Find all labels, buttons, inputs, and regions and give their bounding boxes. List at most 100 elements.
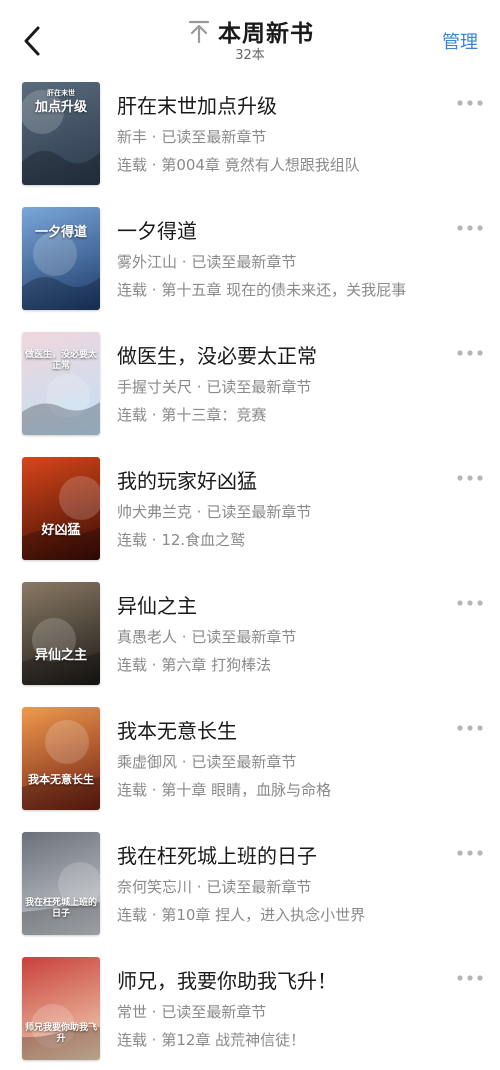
book-cover[interactable]: 我本无意长生 [22, 707, 100, 810]
dot-separator: · [147, 656, 162, 674]
book-item[interactable]: 师兄我要你助我飞升 师兄，我要你助我飞升！ 常世 · 已读至最新章节连载 · 第12… [0, 945, 500, 1070]
more-options-icon[interactable] [456, 348, 484, 358]
book-author: 真愚老人 [117, 628, 178, 646]
book-title[interactable]: 一夕得道 [117, 215, 197, 244]
cover-title: 我在枉死城上班的日子 [25, 898, 98, 919]
book-item[interactable]: 好凶猛 我的玩家好凶猛帅犬弗兰克 · 已读至最新章节连载 · 12.食血之鹫 [0, 445, 500, 570]
serial-status: 连载 [117, 1031, 148, 1049]
more-options-icon[interactable] [456, 473, 484, 483]
dot-separator: · [177, 753, 192, 771]
book-item[interactable]: 肝在末世 加点升级 肝在末世加点升级 新丰 · 已读至最新章节 连载 · 第004章 竟… [0, 70, 500, 195]
book-title[interactable]: 我本无意长生 [117, 715, 237, 744]
dot-separator: · [147, 281, 162, 299]
more-options-icon[interactable] [456, 973, 484, 983]
book-title[interactable]: 异仙之主 [117, 590, 197, 619]
book-title[interactable]: 肝在末世加点升级 [117, 90, 277, 119]
dot-separator: · [147, 906, 162, 924]
book-title[interactable]: 师兄，我要你助我飞升！ [117, 965, 337, 994]
cover-artwork [22, 618, 100, 685]
dot-separator: · [147, 406, 162, 424]
serial-status: 连载 [117, 156, 148, 174]
latest-chapter: 连载 · 第10章 捏人，进入执念小世界 [117, 904, 462, 925]
book-title[interactable]: 我在枉死城上班的日子 [117, 840, 317, 869]
cover-title: 异仙之主 [34, 648, 87, 663]
serial-status: 连载 [117, 531, 148, 549]
dot-separator: · [177, 628, 192, 646]
dot-separator: · [192, 878, 207, 896]
cover-title: 好凶猛 [41, 523, 81, 538]
book-title[interactable]: 做医生，没必要太正常 [117, 340, 317, 369]
cover-artwork [22, 374, 100, 435]
more-options-icon[interactable] [456, 848, 484, 858]
dot-separator: · [147, 128, 162, 146]
dot-separator: · [147, 156, 162, 174]
book-count: 32本 [235, 48, 265, 63]
book-cover[interactable]: 我在枉死城上班的日子 [22, 832, 100, 935]
dot-separator: · [147, 531, 162, 549]
cover-title: 我本无意长生 [28, 773, 94, 786]
book-author-status: 帅犬弗兰克 · 已读至最新章节 [117, 501, 311, 522]
dot-separator: · [147, 781, 162, 799]
book-author-status: 真愚老人 · 已读至最新章节 [117, 626, 296, 647]
book-cover[interactable]: 做医生，没必要太正常 [22, 332, 100, 435]
latest-chapter: 连载 · 12.食血之鹫 [117, 529, 462, 550]
top-bar: 本周新书 32本 管理 [0, 0, 500, 70]
book-title[interactable]: 我的玩家好凶猛 [117, 465, 257, 494]
more-options-icon[interactable] [456, 223, 484, 233]
dot-separator: · [147, 1031, 162, 1049]
book-author-status: 乘虚御风 · 已读至最新章节 [117, 751, 296, 772]
dot-separator: · [192, 378, 207, 396]
manage-button[interactable]: 管理 [442, 28, 478, 54]
read-status: 已读至最新章节 [161, 1003, 267, 1021]
read-status: 已读至最新章节 [191, 253, 297, 271]
book-author: 常世 [117, 1003, 148, 1021]
more-options-icon[interactable] [456, 98, 484, 108]
chapter-name: 第十三章：竞赛 [161, 406, 267, 424]
cover-artwork [22, 720, 100, 810]
more-options-icon[interactable] [456, 598, 484, 608]
book-item[interactable]: 做医生，没必要太正常 做医生，没必要太正常 手握寸关尺 · 已读至最新章节 连载 · … [0, 320, 500, 445]
read-status: 已读至最新章节 [206, 878, 312, 896]
chapter-name: 第10章 捏人，进入执念小世界 [161, 906, 366, 924]
book-item[interactable]: 我本无意长生 我本无意长生 乘虚御风 · 已读至最新章节 连载 · 第十章 眼睛，血脉… [0, 695, 500, 820]
serial-status: 连载 [117, 656, 148, 674]
serial-status: 连载 [117, 281, 148, 299]
chapter-name: 第十五章 现在的债未来还，关我屁事 [161, 281, 407, 299]
latest-chapter: 连载 · 第004章 竟然有人想跟我组队 [117, 154, 462, 175]
book-cover[interactable]: 好凶猛 [22, 457, 100, 560]
book-author: 帅犬弗兰克 [117, 503, 193, 521]
book-item[interactable]: 我在枉死城上班的日子 我在枉死城上班的日子 奈何笑忘川 · 已读至最新章节 连载 · … [0, 820, 500, 945]
book-author: 乘虚御风 [117, 753, 178, 771]
latest-chapter: 连载 · 第十章 眼睛，血脉与命格 [117, 779, 462, 800]
more-options-icon[interactable] [456, 723, 484, 733]
book-item[interactable]: 一夕得道 一夕得道 雾外江山 · 已读至最新章节 连载 · 第十五章 现在的债未来还，… [0, 195, 500, 320]
chapter-name: 第六章 打狗棒法 [161, 656, 272, 674]
chapter-name: 第004章 竟然有人想跟我组队 [161, 156, 360, 174]
cover-artwork [22, 476, 100, 560]
book-author-status: 雾外江山 · 已读至最新章节 [117, 251, 296, 272]
book-cover[interactable]: 师兄我要你助我飞升 [22, 957, 100, 1060]
serial-status: 连载 [117, 906, 148, 924]
book-item[interactable]: 异仙之主 异仙之主 真愚老人 · 已读至最新章节 连载 · 第六章 打狗棒法 [0, 570, 500, 695]
title-area: 本周新书 32本 [0, 14, 500, 64]
book-cover[interactable]: 异仙之主 [22, 582, 100, 685]
book-author-status: 奈何笑忘川 · 已读至最新章节 [117, 876, 311, 897]
serial-status: 连载 [117, 781, 148, 799]
book-author: 手握寸关尺 [117, 378, 193, 396]
dot-separator: · [192, 503, 207, 521]
cover-artwork [22, 232, 100, 310]
book-author: 雾外江山 [117, 253, 178, 271]
read-status: 已读至最新章节 [206, 378, 312, 396]
read-status: 已读至最新章节 [191, 628, 297, 646]
book-cover[interactable]: 肝在末世 加点升级 [22, 82, 100, 185]
book-author-status: 新丰 · 已读至最新章节 [117, 126, 266, 147]
cover-title: 一夕得道 [34, 225, 87, 240]
latest-chapter: 连载 · 第12章 战荒神信徒！ [117, 1029, 462, 1050]
pin-top-icon [188, 20, 210, 44]
book-cover[interactable]: 一夕得道 [22, 207, 100, 310]
read-status: 已读至最新章节 [191, 753, 297, 771]
latest-chapter: 连载 · 第六章 打狗棒法 [117, 654, 462, 675]
dot-separator: · [177, 253, 192, 271]
cover-title: 师兄我要你助我飞升 [25, 1023, 98, 1044]
cover-title: 做医生，没必要太正常 [25, 350, 98, 371]
